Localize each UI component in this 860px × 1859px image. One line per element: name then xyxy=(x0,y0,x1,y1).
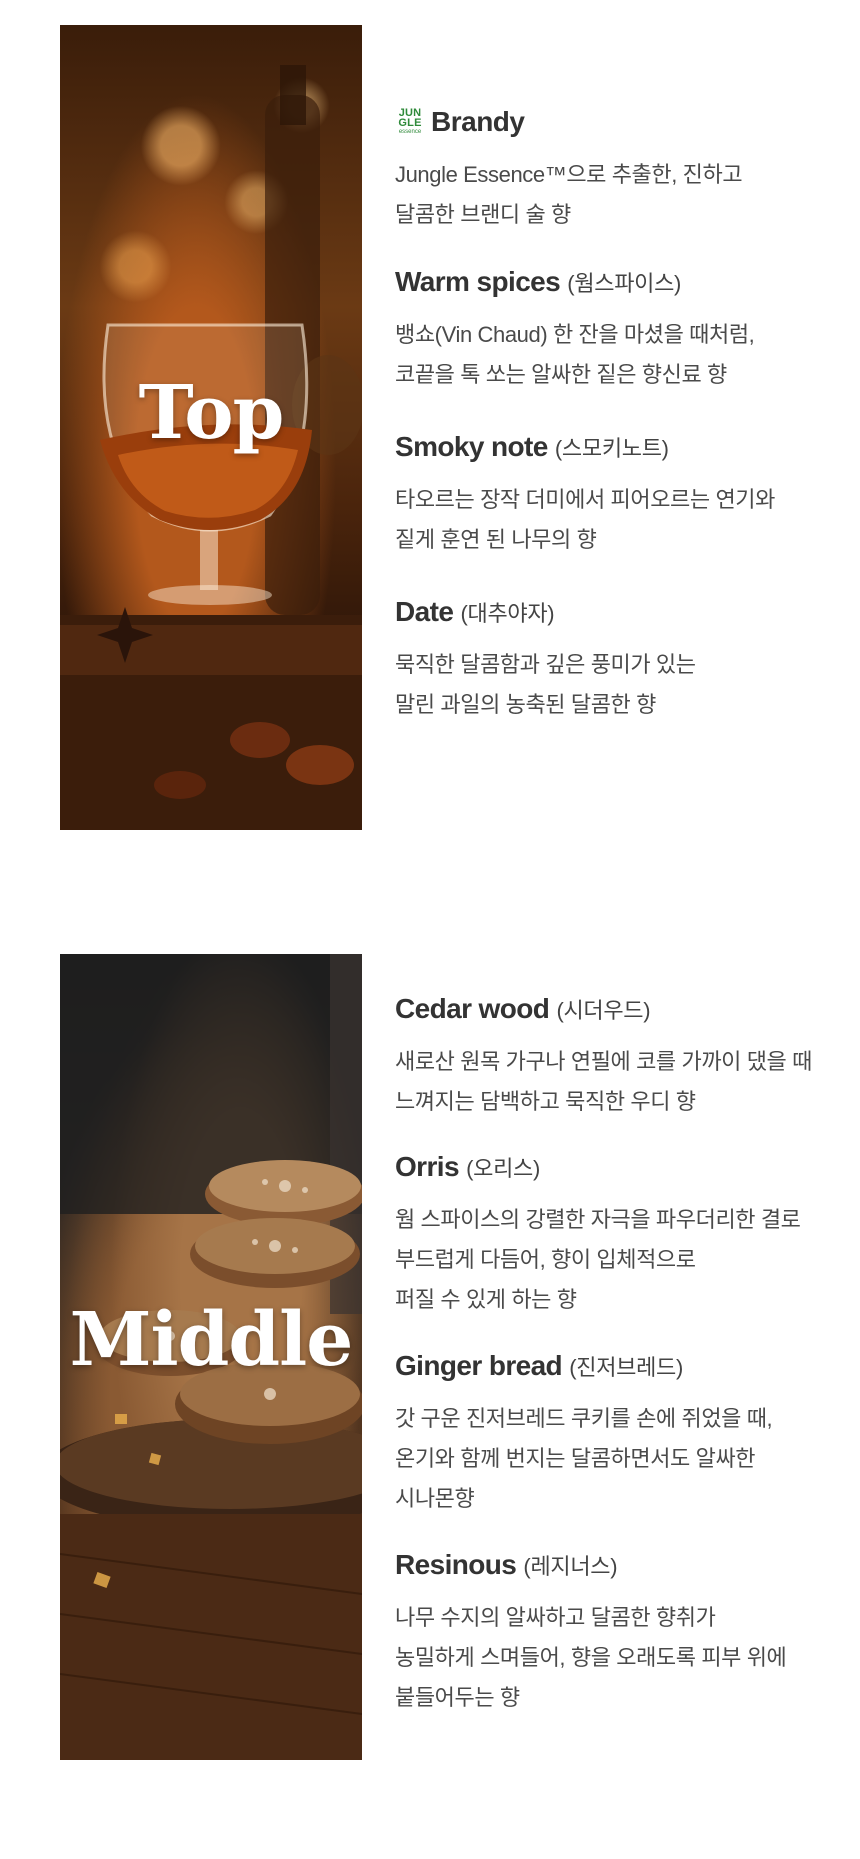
jungle-essence-logo: JUN GLE essence xyxy=(398,107,422,136)
middle-notes-section: Middle Cedar wood (시더우드) 새로산 원목 가구나 연필에 … xyxy=(0,954,860,1760)
note-description: 타오르는 장작 더미에서 피어오르는 연기와 짙게 훈연 된 나무의 향 xyxy=(395,487,775,552)
gingerbread-cookies-image: Middle xyxy=(60,954,362,1760)
note-orris: Orris (오리스) 웜 스파이스의 강렬한 자극을 파우더리한 결로 부드럽… xyxy=(395,1150,855,1320)
top-notes-section: Top JUN GLE essence Brandy Jungle Essenc… xyxy=(0,25,860,830)
note-description: 웜 스파이스의 강렬한 자극을 파우더리한 결로 부드럽게 다듬어, 향이 입체… xyxy=(395,1207,801,1312)
brand-title-row: JUN GLE essence Brandy xyxy=(395,105,855,139)
brandy-description: Jungle Essence™으로 추출한, 진하고 달콤한 브랜디 술 향 xyxy=(395,162,743,227)
brandy-glass-image: Top xyxy=(60,25,362,830)
note-title: Resinous (레지너스) xyxy=(395,1549,618,1580)
note-title: Cedar wood (시더우드) xyxy=(395,993,651,1024)
note-description: 뱅쇼(Vin Chaud) 한 잔을 마셨을 때처럼, 코끝을 톡 쏘는 알싸한… xyxy=(395,322,755,387)
note-ginger-bread: Ginger bread (진저브레드) 갓 구운 진저브레드 쿠키를 손에 쥐… xyxy=(395,1349,855,1519)
note-title: Orris (오리스) xyxy=(395,1151,540,1182)
brandy-note: JUN GLE essence Brandy Jungle Essence™으로… xyxy=(395,105,855,235)
note-title: Smoky note (스모키노트) xyxy=(395,431,669,462)
top-overlay-word: Top xyxy=(138,370,285,456)
middle-overlay-word: Middle xyxy=(69,1297,354,1383)
note-title: Warm spices (웜스파이스) xyxy=(395,266,682,297)
note-cedar-wood: Cedar wood (시더우드) 새로산 원목 가구나 연필에 코를 가까이 … xyxy=(395,992,855,1122)
note-description: 새로산 원목 가구나 연필에 코를 가까이 댔을 때 느껴지는 담백하고 묵직한… xyxy=(395,1049,812,1114)
note-title: Date (대추야자) xyxy=(395,596,555,627)
note-title: Ginger bread (진저브레드) xyxy=(395,1350,684,1381)
brand-name: Brandy xyxy=(431,106,525,137)
note-date: Date (대추야자) 묵직한 달콤함과 깊은 풍미가 있는 말린 과일의 농축… xyxy=(395,595,855,725)
note-description: 나무 수지의 알싸하고 달콤한 향취가 농밀하게 스며들어, 향을 오래도록 피… xyxy=(395,1605,787,1710)
note-resinous: Resinous (레지너스) 나무 수지의 알싸하고 달콤한 향취가 농밀하게… xyxy=(395,1548,855,1718)
note-smoky: Smoky note (스모키노트) 타오르는 장작 더미에서 피어오르는 연기… xyxy=(395,430,855,560)
note-description: 갓 구운 진저브레드 쿠키를 손에 쥐었을 때, 온기와 함께 번지는 달콤하면… xyxy=(395,1406,773,1511)
note-warm-spices: Warm spices (웜스파이스) 뱅쇼(Vin Chaud) 한 잔을 마… xyxy=(395,265,855,395)
note-description: 묵직한 달콤함과 깊은 풍미가 있는 말린 과일의 농축된 달콤한 향 xyxy=(395,652,696,717)
